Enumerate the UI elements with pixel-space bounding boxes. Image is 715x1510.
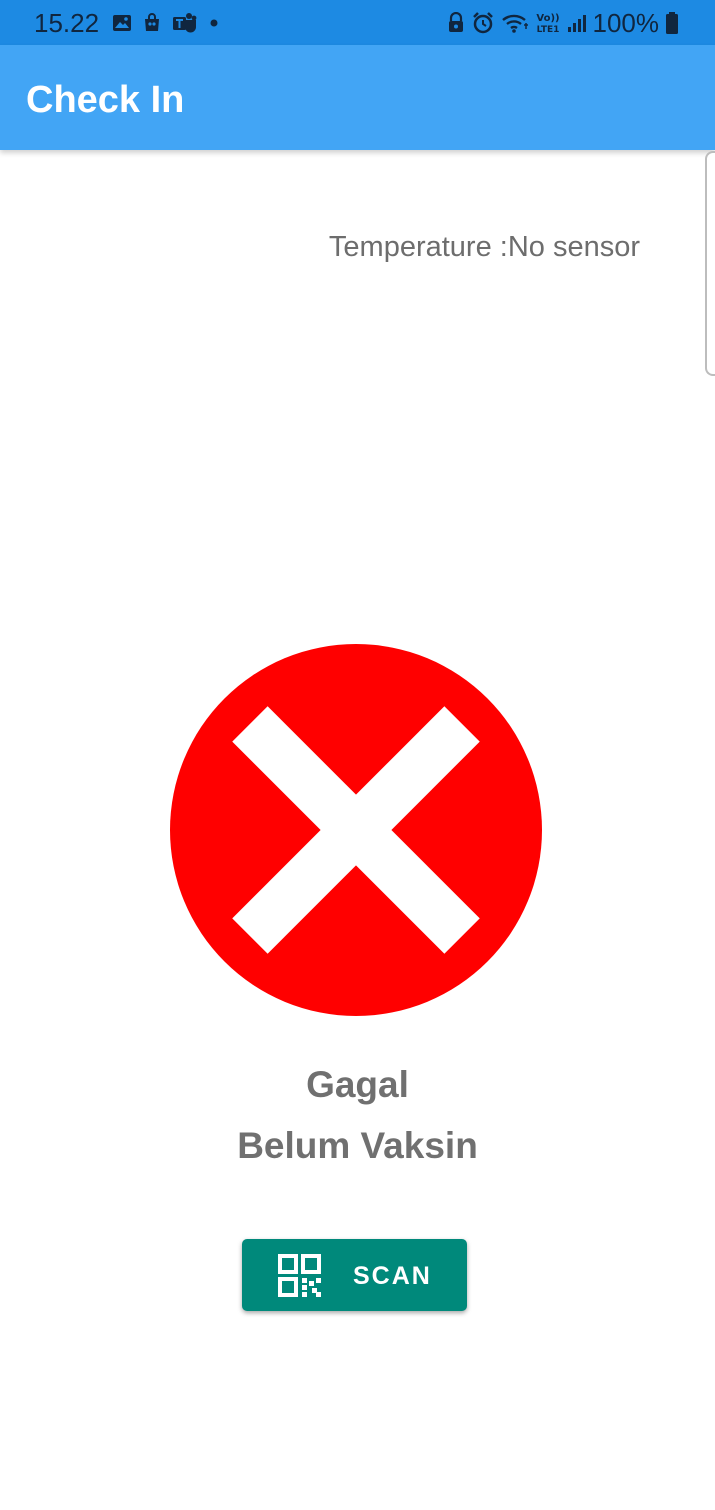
scan-button-label: SCAN bbox=[353, 1262, 432, 1290]
svg-text:Vo)): Vo)) bbox=[536, 13, 559, 24]
signal-icon bbox=[567, 15, 586, 32]
battery-icon bbox=[666, 12, 678, 34]
side-panel-handle[interactable] bbox=[705, 151, 715, 376]
teams-icon bbox=[173, 13, 197, 33]
qr-code-icon bbox=[278, 1254, 321, 1297]
alarm-icon bbox=[472, 12, 493, 34]
volte-icon: Vo)) LTE1 bbox=[536, 13, 559, 35]
result-status-subtitle: Belum Vaksin bbox=[237, 1125, 478, 1166]
close-circle-icon bbox=[170, 644, 542, 1016]
scan-button[interactable]: SCAN bbox=[242, 1239, 467, 1311]
shopping-bag-icon bbox=[145, 13, 159, 31]
temperature-label: Temperature :No sensor bbox=[328, 231, 640, 263]
result-status-title: Gagal bbox=[306, 1064, 409, 1105]
status-bar: 15.22 Vo)) LTE1 100% bbox=[0, 0, 715, 45]
status-notification-icons bbox=[112, 10, 221, 36]
svg-text:LTE1: LTE1 bbox=[536, 25, 559, 35]
gallery-icon bbox=[113, 15, 131, 31]
status-system-icons: Vo)) LTE1 100% bbox=[447, 6, 680, 40]
page-title: Check In bbox=[26, 79, 185, 121]
battery-percentage: 100% bbox=[592, 8, 660, 38]
status-time: 15.22 bbox=[34, 8, 100, 38]
dot-icon bbox=[210, 19, 218, 27]
lock-icon bbox=[448, 12, 463, 32]
wifi-icon bbox=[501, 14, 528, 33]
app-bar: Check In bbox=[0, 45, 715, 150]
